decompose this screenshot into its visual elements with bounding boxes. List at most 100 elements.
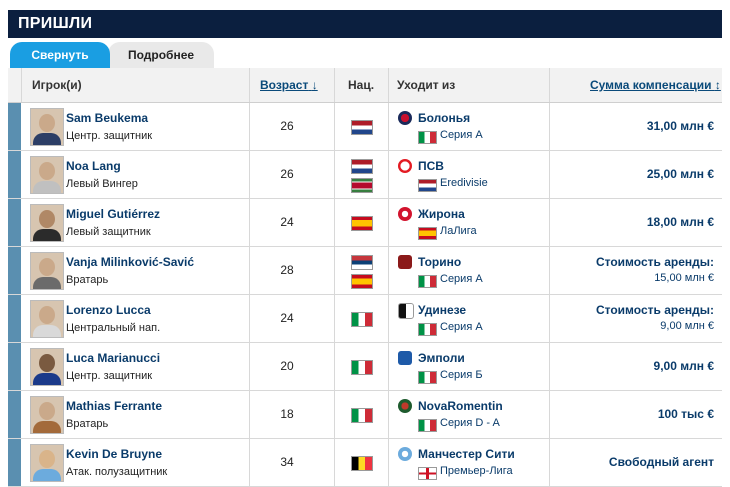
row-marker bbox=[8, 391, 21, 438]
player-age: 20 bbox=[280, 359, 294, 373]
table-row: Noa Lang Левый Вингер 26 ПСВ Eredivisie … bbox=[8, 151, 722, 199]
divider bbox=[249, 199, 250, 246]
row-marker bbox=[8, 439, 21, 486]
divider bbox=[249, 391, 250, 438]
table-row: Mathias Ferrante Вратарь 18 NovaRomentin… bbox=[8, 391, 722, 439]
loan-fee-label: Стоимость аренды: bbox=[595, 255, 714, 269]
spain-flag-icon bbox=[351, 274, 373, 289]
empoli-logo-icon[interactable] bbox=[398, 351, 412, 365]
serbia-flag-icon bbox=[351, 255, 373, 270]
player-age: 24 bbox=[280, 311, 294, 325]
club-name[interactable]: Удинезе bbox=[418, 303, 466, 317]
club-name[interactable]: Жирона bbox=[418, 207, 465, 221]
netherlands-flag-icon bbox=[351, 120, 373, 135]
table-row: Sam Beukema Центр. защитник 26 Болонья С… bbox=[8, 103, 722, 151]
divider bbox=[334, 199, 335, 246]
udinese-logo-icon[interactable] bbox=[398, 303, 414, 319]
tab-collapse[interactable]: Свернуть bbox=[10, 42, 110, 68]
player-name[interactable]: Lorenzo Lucca bbox=[66, 303, 151, 317]
league-name[interactable]: Серия А bbox=[440, 129, 483, 141]
avatar[interactable] bbox=[30, 252, 64, 290]
avatar[interactable] bbox=[30, 204, 64, 242]
league-name[interactable]: Eredivisie bbox=[440, 177, 488, 189]
avatar[interactable] bbox=[30, 396, 64, 434]
torino-logo-icon[interactable] bbox=[398, 255, 412, 269]
divider bbox=[549, 439, 550, 486]
player-position: Центральный нап. bbox=[66, 322, 161, 334]
avatar[interactable] bbox=[30, 348, 64, 386]
player-name[interactable]: Sam Beukema bbox=[66, 111, 148, 125]
club-name[interactable]: Эмполи bbox=[418, 351, 465, 365]
italy-flag-icon bbox=[351, 312, 373, 327]
divider bbox=[549, 103, 550, 150]
italy-flag-icon bbox=[351, 360, 373, 375]
transfer-fee: 9,00 млн € bbox=[653, 359, 714, 373]
league-name[interactable]: ЛаЛига bbox=[440, 225, 477, 237]
league-name[interactable]: Серия D - A bbox=[440, 417, 500, 429]
loan-fee: Стоимость аренды: 9,00 млн € bbox=[596, 303, 714, 332]
club-name[interactable]: Торино bbox=[418, 255, 461, 269]
divider bbox=[549, 295, 550, 342]
bologna-logo-icon[interactable] bbox=[398, 111, 412, 125]
league-name[interactable]: Серия А bbox=[440, 321, 483, 333]
league-name[interactable]: Серия Б bbox=[440, 369, 483, 381]
club-name[interactable]: ПСВ bbox=[418, 159, 444, 173]
row-marker bbox=[8, 151, 21, 198]
divider bbox=[334, 391, 335, 438]
column-player: Игрок(и) bbox=[32, 78, 82, 92]
player-name[interactable]: Luca Marianucci bbox=[66, 351, 160, 365]
divider bbox=[388, 343, 389, 390]
avatar[interactable] bbox=[30, 300, 64, 338]
loan-fee-value: 15,00 млн € bbox=[654, 272, 714, 284]
belgium-flag-icon bbox=[351, 456, 373, 471]
table-row: Vanja Milinković-Savić Вратарь 28 Торино… bbox=[8, 247, 722, 295]
transfers-table: Игрок(и) Возраст ↓ Нац. Уходит из Сумма … bbox=[8, 68, 722, 487]
club-name[interactable]: Манчестер Сити bbox=[418, 447, 515, 461]
divider bbox=[334, 247, 335, 294]
column-age-label: Возраст bbox=[260, 78, 309, 92]
transfer-fee: 31,00 млн € bbox=[646, 119, 714, 133]
player-age: 34 bbox=[280, 455, 294, 469]
player-name[interactable]: Kevin De Bruyne bbox=[66, 447, 162, 461]
italy-flag-icon bbox=[418, 275, 437, 288]
player-name[interactable]: Miguel Gutiérrez bbox=[66, 207, 160, 221]
suriname-flag-icon bbox=[351, 178, 373, 193]
novaromentin-logo-icon[interactable] bbox=[398, 399, 412, 413]
italy-flag-icon bbox=[418, 371, 437, 384]
row-marker bbox=[8, 295, 21, 342]
table-row: Lorenzo Lucca Центральный нап. 24 Удинез… bbox=[8, 295, 722, 343]
player-name[interactable]: Vanja Milinković-Savić bbox=[66, 255, 194, 269]
divider bbox=[388, 391, 389, 438]
avatar[interactable] bbox=[30, 444, 64, 482]
divider bbox=[21, 68, 22, 102]
psv-logo-icon[interactable] bbox=[398, 159, 412, 173]
row-marker bbox=[8, 247, 21, 294]
column-fee-sort[interactable]: Сумма компенсации ↕ bbox=[590, 68, 721, 102]
girona-logo-icon[interactable] bbox=[398, 207, 412, 221]
player-name[interactable]: Mathias Ferrante bbox=[66, 399, 162, 413]
divider bbox=[549, 247, 550, 294]
divider bbox=[249, 151, 250, 198]
table-row: Miguel Gutiérrez Левый защитник 24 Жирон… bbox=[8, 199, 722, 247]
tab-bar: Подробнее Свернуть bbox=[8, 38, 722, 68]
divider bbox=[388, 103, 389, 150]
player-name[interactable]: Noa Lang bbox=[66, 159, 121, 173]
column-age-sort[interactable]: Возраст ↓ bbox=[260, 68, 318, 102]
league-name[interactable]: Премьер-Лига bbox=[440, 465, 513, 477]
club-name[interactable]: Болонья bbox=[418, 111, 470, 125]
divider bbox=[249, 295, 250, 342]
italy-flag-icon bbox=[418, 131, 437, 144]
avatar[interactable] bbox=[30, 156, 64, 194]
manchester-city-logo-icon[interactable] bbox=[398, 447, 412, 461]
avatar[interactable] bbox=[30, 108, 64, 146]
tab-details[interactable]: Подробнее bbox=[108, 42, 214, 68]
player-position: Вратарь bbox=[66, 274, 109, 286]
league-name[interactable]: Серия А bbox=[440, 273, 483, 285]
england-flag-icon bbox=[418, 467, 437, 480]
transfer-fee: 25,00 млн € bbox=[646, 167, 714, 181]
section-header: ПРИШЛИ bbox=[8, 10, 722, 38]
netherlands-flag-icon bbox=[418, 179, 437, 192]
italy-flag-icon bbox=[418, 323, 437, 336]
divider bbox=[388, 68, 389, 102]
club-name[interactable]: NovaRomentin bbox=[418, 399, 503, 413]
